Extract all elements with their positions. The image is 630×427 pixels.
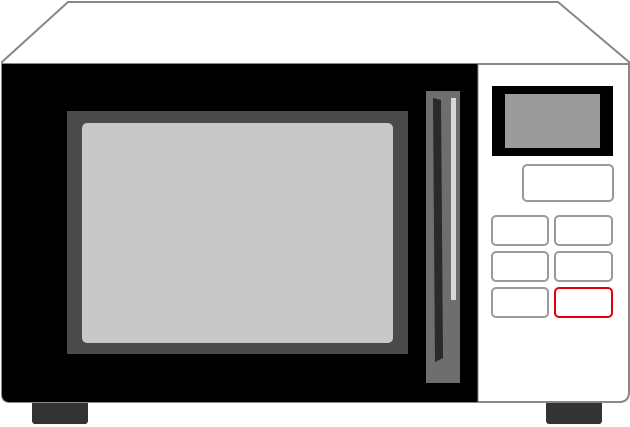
- button-1[interactable]: [491, 215, 549, 246]
- display-screen: [505, 94, 600, 148]
- start-button[interactable]: [554, 287, 613, 318]
- button-5[interactable]: [491, 287, 549, 318]
- button-2[interactable]: [554, 215, 613, 246]
- door-window-glass: [82, 123, 393, 343]
- right-foot: [546, 400, 602, 424]
- left-foot: [32, 400, 88, 424]
- microwave-illustration: [1, 0, 630, 424]
- button-4[interactable]: [554, 251, 613, 282]
- wide-button[interactable]: [522, 164, 614, 202]
- microwave-scene: [0, 0, 630, 427]
- button-3[interactable]: [491, 251, 549, 282]
- door-handle[interactable]: [426, 91, 460, 383]
